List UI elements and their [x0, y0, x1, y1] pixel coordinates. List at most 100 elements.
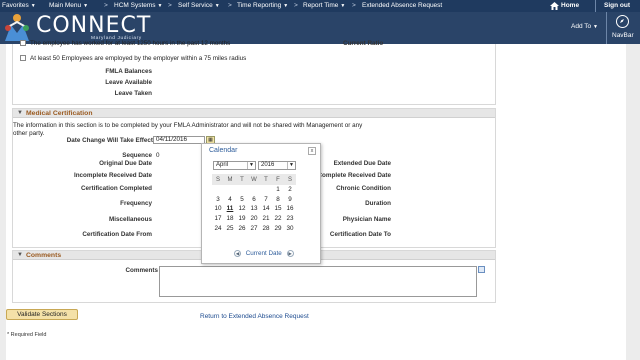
comments-title: Comments: [26, 252, 62, 259]
calendar-day[interactable]: 29: [272, 223, 284, 233]
calendar-grid: SMTWTFS 1 2 3 4 5 6 7 8 9 10 11 12 13 14 15 16 17 18 19 20 2…: [212, 174, 296, 233]
calendar-day[interactable]: 28: [260, 223, 272, 233]
leave-available-label: Leave Available: [105, 79, 152, 86]
fifty-employees-checkbox[interactable]: [20, 55, 26, 61]
chevron-down-icon: ▼: [340, 3, 346, 9]
calendar-day[interactable]: 20: [248, 214, 260, 224]
medical-certification-header[interactable]: ▼ Medical Certification: [13, 109, 495, 118]
validate-sections-button[interactable]: Validate Sections: [6, 309, 78, 320]
top-navigation-bar: Favorites ▼ Main Menu ▼ > HCM Systems ▼ > S…: [0, 0, 640, 12]
time-reporting-label: Time Reporting: [237, 2, 282, 9]
calendar-day[interactable]: 11: [224, 204, 236, 214]
calendar-day[interactable]: 5: [236, 195, 248, 205]
calendar-day[interactable]: 19: [236, 214, 248, 224]
calendar-day[interactable]: 13: [248, 204, 260, 214]
calendar-day[interactable]: 10: [212, 204, 224, 214]
compass-icon[interactable]: [616, 15, 629, 28]
add-to-menu[interactable]: Add To ▼: [571, 23, 598, 30]
sequence-label: Sequence: [122, 152, 152, 159]
calendar-day[interactable]: 25: [224, 223, 236, 233]
hcm-systems-label: HCM Systems: [114, 2, 156, 9]
close-icon[interactable]: x: [308, 147, 316, 155]
breadcrumb-time-reporting[interactable]: Time Reporting ▼: [237, 2, 288, 9]
calendar-day[interactable]: 17: [212, 214, 224, 224]
calendar-popup: Calendar x April ▼ 2016 ▼ SMTWTFS 123456…: [201, 143, 321, 264]
breadcrumb-hcm-systems[interactable]: HCM Systems ▼: [114, 2, 162, 9]
calendar-week: 12: [212, 185, 296, 195]
app-logo-text: CONNECT: [36, 13, 152, 38]
weekday-header: M: [224, 174, 236, 185]
comments-textarea[interactable]: [159, 266, 477, 297]
calendar-day[interactable]: 7: [260, 195, 272, 205]
breadcrumb-separator: >: [352, 2, 356, 9]
main-menu[interactable]: Main Menu ▼: [49, 2, 88, 9]
calendar-day[interactable]: 27: [248, 223, 260, 233]
calendar-day[interactable]: 14: [260, 204, 272, 214]
current-ratio-label: Current Ratio: [343, 40, 384, 47]
calendar-day[interactable]: 15: [272, 204, 284, 214]
weekday-header: T: [236, 174, 248, 185]
frequency-label: Frequency: [120, 200, 152, 207]
calendar-day[interactable]: 8: [272, 195, 284, 205]
calendar-day[interactable]: 26: [236, 223, 248, 233]
sign-out-link[interactable]: Sign out: [604, 2, 630, 9]
home-link[interactable]: Home: [561, 2, 579, 9]
calendar-footer: ◀ Current Date ▶: [234, 250, 294, 257]
breadcrumb-separator: >: [294, 2, 298, 9]
calendar-day[interactable]: 1: [272, 185, 284, 195]
sequence-value: 0: [156, 152, 160, 159]
calendar-day[interactable]: 22: [272, 214, 284, 224]
breadcrumb-separator: >: [168, 2, 172, 9]
fmla-balances-label: FMLA Balances: [105, 68, 152, 75]
weekday-header: S: [284, 174, 296, 185]
year-select[interactable]: 2016 ▼: [258, 161, 296, 170]
calendar-day[interactable]: 9: [284, 195, 296, 205]
breadcrumb-report-time[interactable]: Report Time ▼: [303, 2, 345, 9]
weekday-header: S: [212, 174, 224, 185]
calendar-title: Calendar: [209, 147, 238, 154]
calendar-day[interactable]: 6: [248, 195, 260, 205]
certification-date-from-label: Certification Date From: [82, 231, 152, 238]
medical-certification-title: Medical Certification: [26, 110, 93, 117]
calendar-day[interactable]: 30: [284, 223, 296, 233]
breadcrumb-current-page: Extended Absence Request: [362, 2, 443, 9]
calendar-day[interactable]: 24: [212, 223, 224, 233]
chevron-down-icon: ▼: [83, 3, 89, 9]
chevron-down-icon: ▼: [214, 3, 220, 9]
calendar-day[interactable]: 16: [284, 204, 296, 214]
certification-completed-label: Certification Completed: [80, 185, 152, 192]
calendar-week: 10 11 12 13 14 15 16: [212, 204, 296, 214]
calendar-day[interactable]: 3: [212, 195, 224, 205]
next-month-icon[interactable]: ▶: [286, 250, 294, 257]
navbar-label[interactable]: NavBar: [612, 32, 634, 39]
favorites-menu[interactable]: Favorites ▼: [2, 2, 36, 9]
year-value: 2016: [261, 162, 275, 168]
original-due-date-label: Original Due Date: [99, 160, 152, 167]
calendar-day[interactable]: 21: [260, 214, 272, 224]
add-to-label: Add To: [571, 23, 592, 30]
current-date-link[interactable]: Current Date: [246, 250, 282, 257]
calendar-day[interactable]: 2: [284, 185, 296, 195]
comments-label: Comments: [125, 267, 158, 274]
fifty-employees-label: At least 50 Employees are employed by th…: [30, 55, 247, 62]
calendar-day[interactable]: 18: [224, 214, 236, 224]
calendar-empty-cell: [248, 185, 260, 195]
calendar-day[interactable]: 12: [236, 204, 248, 214]
breadcrumb-self-service[interactable]: Self Service ▼: [178, 2, 220, 9]
date-change-input[interactable]: 04/11/2016: [153, 136, 205, 144]
collapse-triangle-icon: ▼: [17, 110, 23, 116]
calendar-empty-cell: [224, 185, 236, 195]
month-select[interactable]: April ▼: [213, 161, 256, 170]
previous-month-icon[interactable]: ◀: [234, 250, 241, 257]
chevron-down-icon: ▼: [157, 3, 163, 9]
hours-worked-label: The employee has worked for at least 125…: [30, 40, 231, 47]
chevron-down-icon: ▼: [283, 3, 289, 9]
weekday-header: F: [272, 174, 284, 185]
return-to-request-link[interactable]: Return to Extended Absence Request: [200, 313, 309, 320]
home-icon[interactable]: [550, 2, 559, 10]
expand-textarea-icon[interactable]: [478, 266, 485, 273]
calendar-day[interactable]: 4: [224, 195, 236, 205]
calendar-week: 17 18 19 20 21 22 23: [212, 214, 296, 224]
calendar-day[interactable]: 23: [284, 214, 296, 224]
hours-worked-checkbox[interactable]: [20, 40, 26, 46]
